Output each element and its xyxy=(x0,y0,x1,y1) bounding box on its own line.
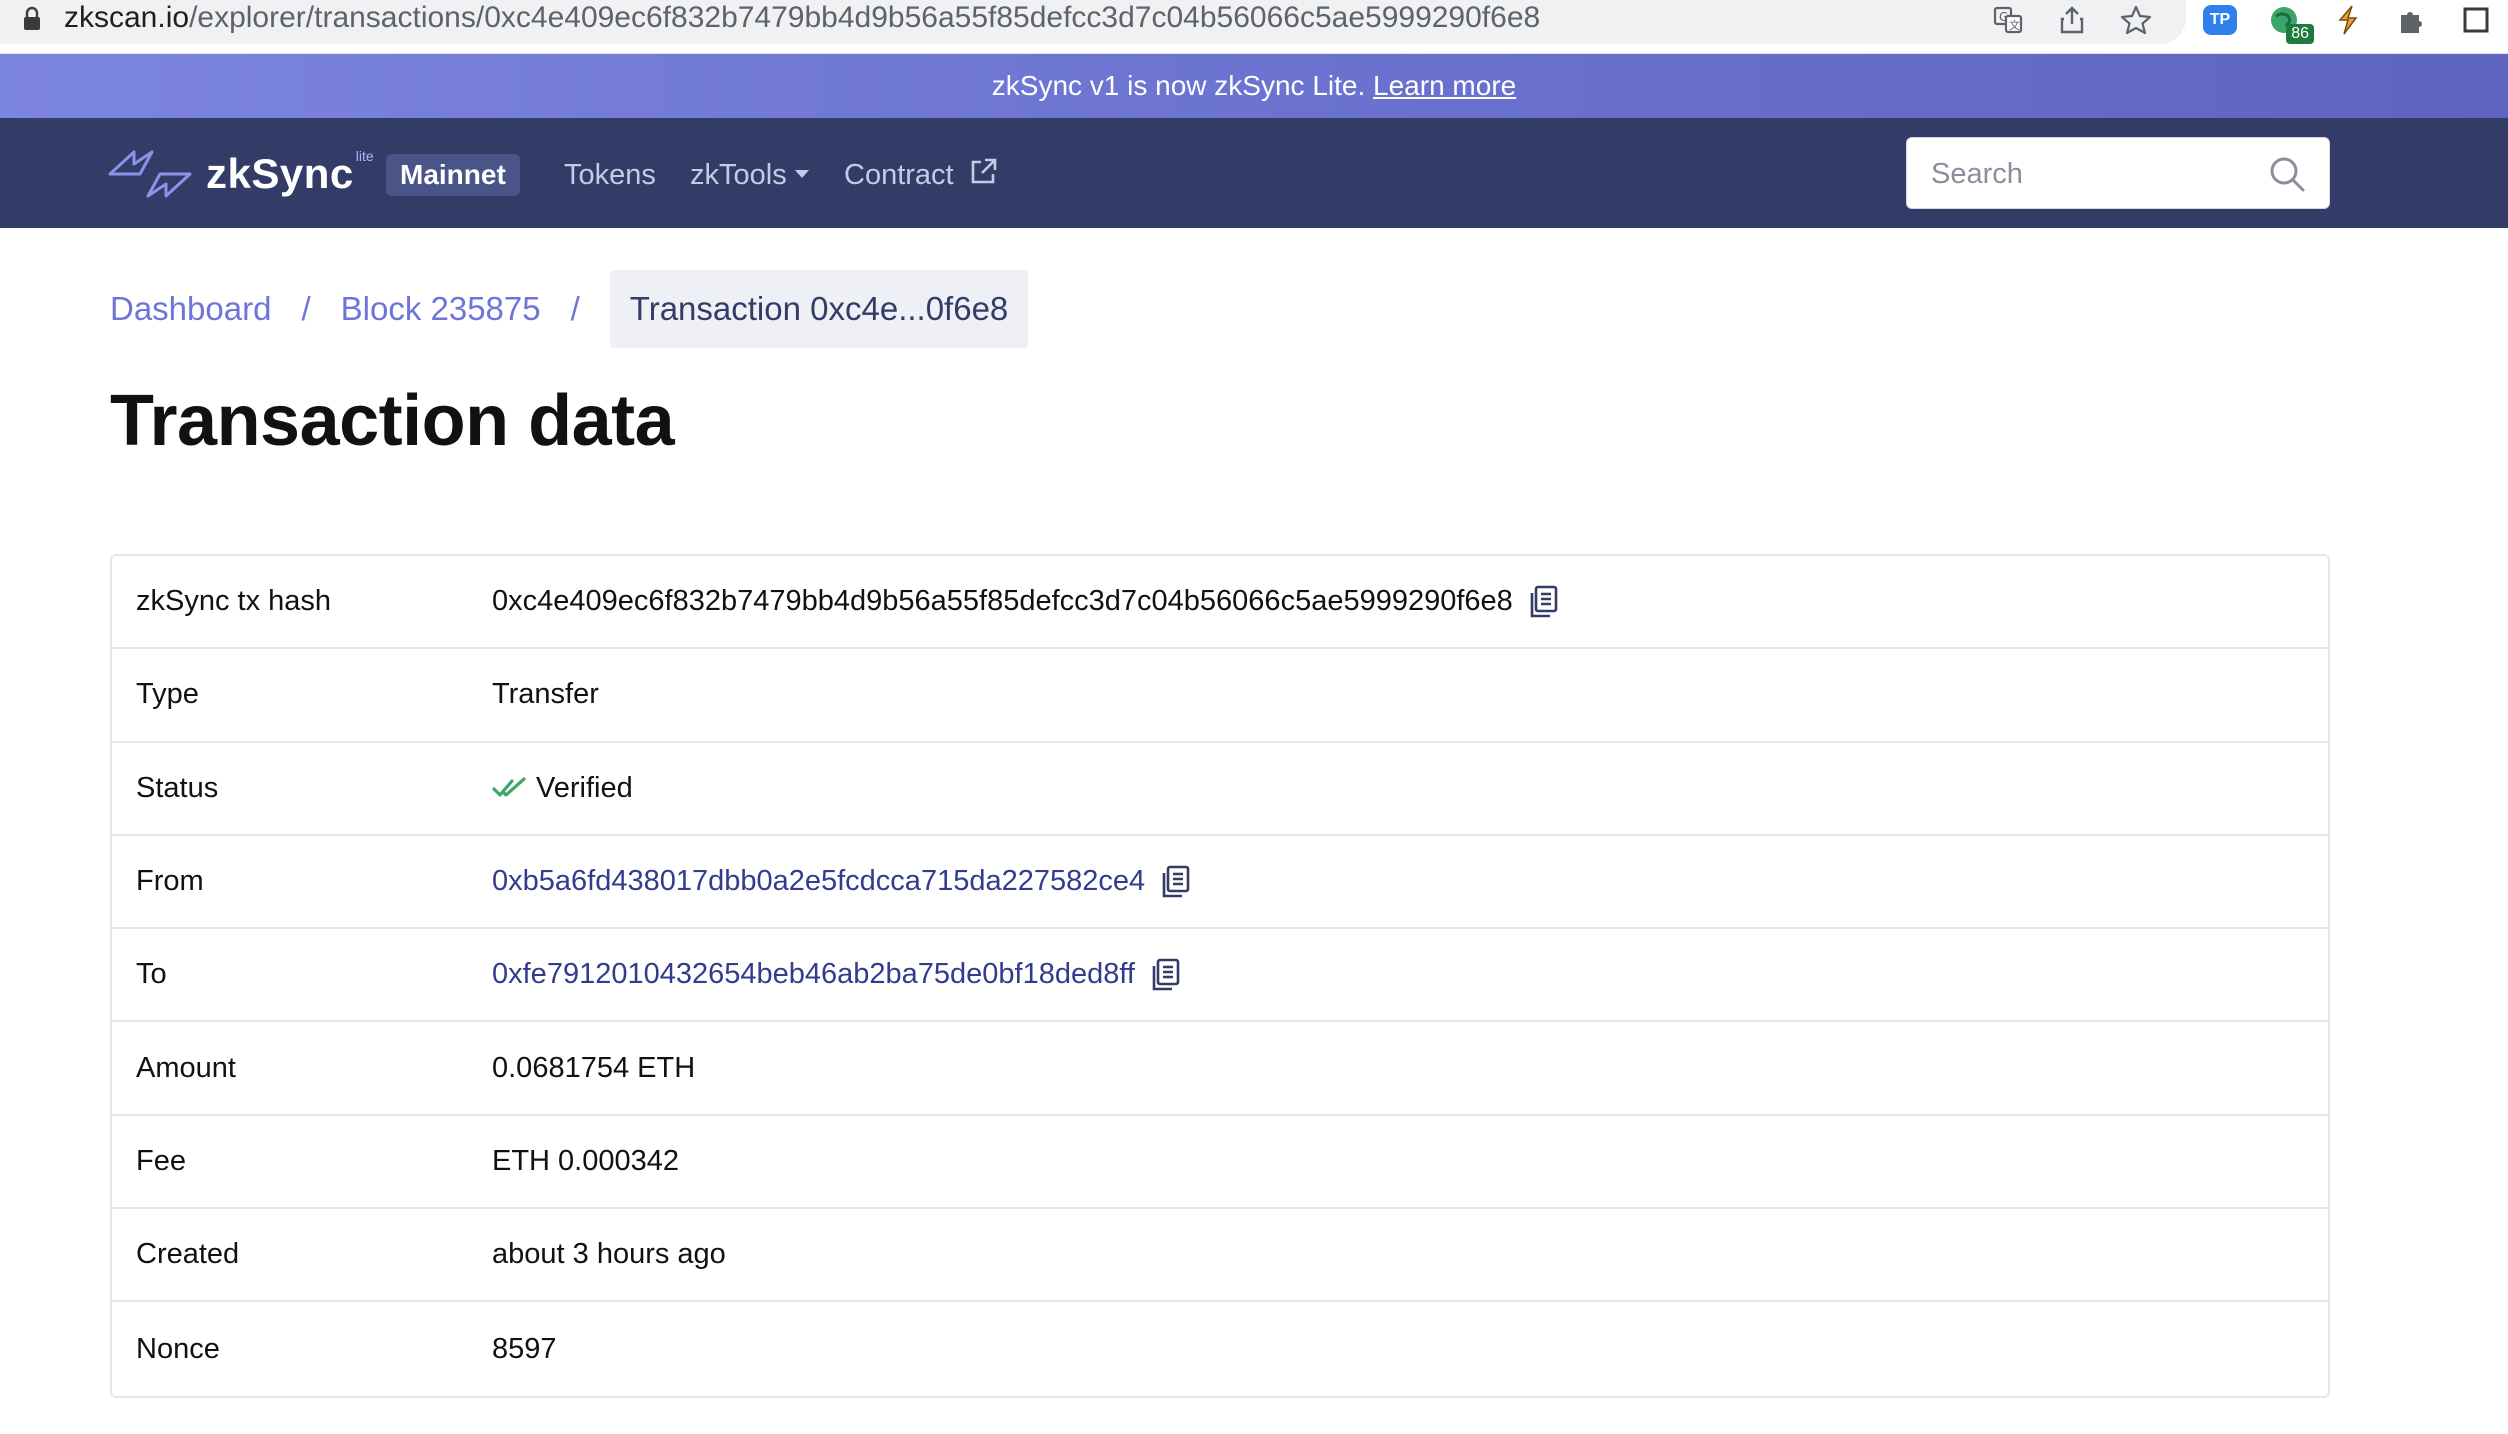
breadcrumb-dashboard[interactable]: Dashboard xyxy=(110,290,271,328)
copy-icon[interactable] xyxy=(1159,865,1191,899)
table-row: Created about 3 hours ago xyxy=(112,1209,2328,1303)
window-icon[interactable] xyxy=(2456,0,2496,40)
row-label: Created xyxy=(136,1238,240,1271)
double-check-icon xyxy=(492,777,526,797)
table-row: Nonce 8597 xyxy=(112,1302,2328,1395)
nav-contract[interactable]: Contract xyxy=(844,154,998,196)
banner-text: zkSync v1 is now zkSync Lite. xyxy=(991,70,1366,101)
table-row: Fee ETH 0.000342 xyxy=(112,1116,2328,1210)
row-label: To xyxy=(136,958,167,991)
tx-hash-value: 0xc4e409ec6f832b7479bb4d9b56a55f85defcc3… xyxy=(492,585,1559,619)
share-icon[interactable] xyxy=(2052,0,2092,40)
announcement-banner: zkSync v1 is now zkSync Lite. Learn more xyxy=(0,54,2508,118)
status-value: Verified xyxy=(492,772,633,805)
tp-extension-icon[interactable]: TP xyxy=(2200,0,2240,40)
table-row: Status Verified xyxy=(112,743,2328,836)
navbar: zkSync lite Mainnet Tokens zkTools Contr… xyxy=(0,118,2508,228)
row-label: Fee xyxy=(136,1144,186,1177)
wallet-extension-icon[interactable] xyxy=(2328,0,2368,40)
translate-icon[interactable]: G文 xyxy=(1988,0,2028,40)
table-row: zkSync tx hash 0xc4e409ec6f832b7479bb4d9… xyxy=(112,556,2328,650)
amount-value: 0.0681754 ETH xyxy=(492,1051,696,1084)
breadcrumb-current: Transaction 0xc4e...0f6e8 xyxy=(609,270,1029,348)
table-row: To 0xfe7912010432654beb46ab2ba75de0bf18d… xyxy=(112,929,2328,1023)
row-label: Amount xyxy=(136,1051,236,1084)
zksync-logo[interactable]: zkSync lite xyxy=(108,144,374,204)
row-label: Nonce xyxy=(136,1332,220,1365)
extension-badge: 86 xyxy=(2286,24,2314,44)
globe-extension-icon[interactable]: 86 xyxy=(2264,0,2314,44)
learn-more-link[interactable]: Learn more xyxy=(1373,70,1516,101)
search-icon[interactable] xyxy=(2267,154,2307,194)
page-title: Transaction data xyxy=(110,381,675,461)
search-box xyxy=(1906,137,2330,209)
address-bar[interactable]: zkscan.io/explorer/transactions/0xc4e409… xyxy=(0,0,2186,44)
fee-value: ETH 0.000342 xyxy=(492,1144,680,1177)
row-label: Status xyxy=(136,771,219,804)
omnibox-actions: G文 xyxy=(1988,0,2156,40)
nav-zktools-dropdown[interactable]: zkTools xyxy=(690,154,809,196)
breadcrumb-separator: / xyxy=(570,290,580,327)
star-icon[interactable] xyxy=(2116,0,2156,40)
breadcrumb: Dashboard / Block 235875 / Transaction 0… xyxy=(110,270,1029,348)
search-input[interactable] xyxy=(1929,150,2259,198)
table-row: Amount 0.0681754 ETH xyxy=(112,1022,2328,1116)
from-value: 0xb5a6fd438017dbb0a2e5fcdcca715da227582c… xyxy=(492,865,1191,899)
row-label: From xyxy=(136,865,204,898)
transaction-table: zkSync tx hash 0xc4e409ec6f832b7479bb4d9… xyxy=(110,554,2330,1398)
breadcrumb-separator: / xyxy=(301,290,311,327)
table-row: Type Transfer xyxy=(112,649,2328,743)
row-label: Type xyxy=(136,678,199,711)
nav-tokens[interactable]: Tokens xyxy=(564,154,656,196)
caret-down-icon xyxy=(794,170,809,179)
from-address-link[interactable]: 0xb5a6fd438017dbb0a2e5fcdcca715da227582c… xyxy=(492,865,1145,898)
browser-toolbar: zkscan.io/explorer/transactions/0xc4e409… xyxy=(0,0,2508,54)
extension-icons: TP 86 xyxy=(2200,0,2508,44)
nonce-value: 8597 xyxy=(492,1332,557,1365)
copy-icon[interactable] xyxy=(1149,958,1181,992)
to-address-link[interactable]: 0xfe7912010432654beb46ab2ba75de0bf18ded8… xyxy=(492,958,1135,991)
external-link-icon xyxy=(971,158,996,184)
copy-icon[interactable] xyxy=(1527,585,1559,619)
url-text[interactable]: zkscan.io/explorer/transactions/0xc4e409… xyxy=(64,0,1540,40)
type-value: Transfer xyxy=(492,678,599,711)
network-badge: Mainnet xyxy=(386,154,520,196)
created-value: about 3 hours ago xyxy=(492,1238,726,1271)
table-row: From 0xb5a6fd438017dbb0a2e5fcdcca715da22… xyxy=(112,836,2328,930)
puzzle-icon[interactable] xyxy=(2392,0,2432,40)
to-value: 0xfe7912010432654beb46ab2ba75de0bf18ded8… xyxy=(492,958,1181,992)
logo-text: zkSync xyxy=(206,150,354,197)
logo-lite-label: lite xyxy=(355,148,374,164)
zksync-arrows-icon xyxy=(108,150,192,198)
lock-icon xyxy=(24,6,40,30)
svg-text:文: 文 xyxy=(2009,18,2020,32)
breadcrumb-block[interactable]: Block 235875 xyxy=(341,290,541,328)
row-label: zkSync tx hash xyxy=(136,585,332,618)
